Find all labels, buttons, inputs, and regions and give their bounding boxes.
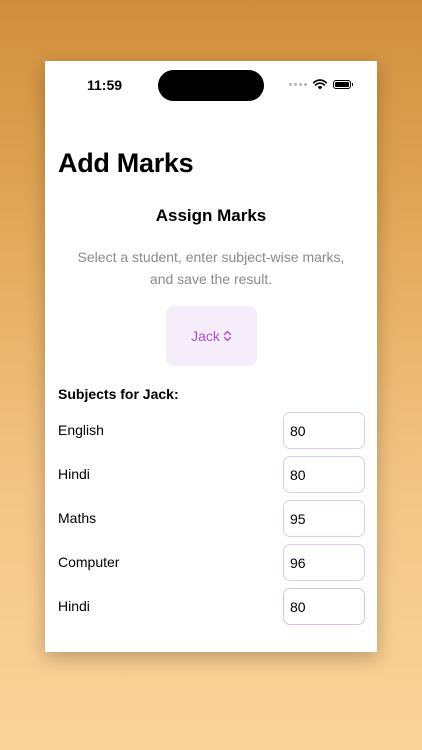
- subject-row-hindi-2: Hindi: [58, 588, 365, 625]
- status-icons: [289, 79, 353, 90]
- dynamic-island: [158, 70, 264, 101]
- page-title: Add Marks: [58, 148, 194, 178]
- marks-input-computer[interactable]: [283, 544, 365, 581]
- assign-marks-title: Assign Marks: [155, 206, 267, 225]
- student-picker-label: Jack: [191, 328, 220, 344]
- subject-name: English: [58, 422, 104, 438]
- subject-name: Computer: [58, 554, 120, 570]
- chevron-up-down-icon: [223, 330, 232, 342]
- subject-row-computer: Computer: [58, 544, 365, 581]
- cellular-dots-icon: [289, 83, 307, 86]
- subject-name: Hindi: [58, 466, 90, 482]
- assign-description: Select a student, enter subject-wise mar…: [77, 249, 345, 287]
- student-picker[interactable]: Jack: [166, 306, 257, 366]
- subject-row-english: English: [58, 412, 365, 449]
- wifi-icon: [313, 79, 327, 90]
- marks-input-hindi[interactable]: [283, 456, 365, 493]
- subject-row-hindi: Hindi: [58, 456, 365, 493]
- phone-screen: 11:59 Add Marks Assign Marks Select a st…: [45, 61, 377, 652]
- marks-input-english[interactable]: [283, 412, 365, 449]
- subject-name: Hindi: [58, 598, 90, 614]
- status-time: 11:59: [87, 77, 123, 93]
- subject-name: Maths: [58, 510, 97, 526]
- marks-input-hindi-2[interactable]: [283, 588, 365, 625]
- subjects-heading: Subjects for Jack:: [58, 386, 179, 402]
- marks-input-maths[interactable]: [283, 500, 365, 537]
- battery-icon: [333, 80, 353, 89]
- subject-row-maths: Maths: [58, 500, 365, 537]
